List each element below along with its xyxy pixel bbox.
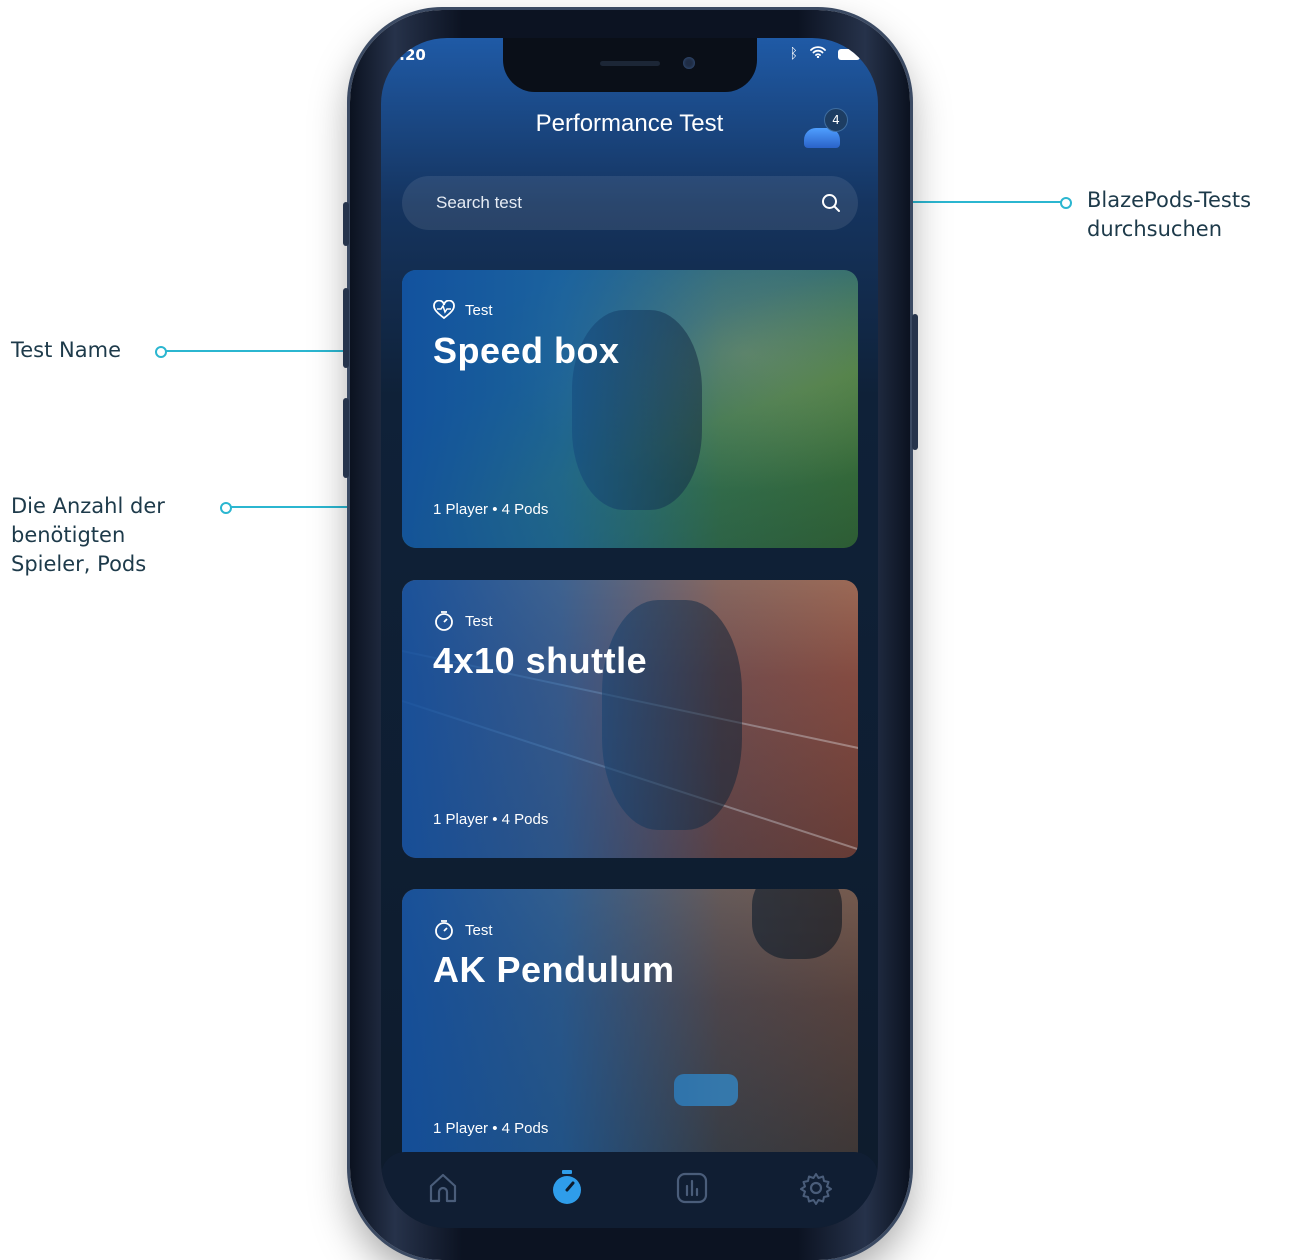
card-meta: 1 Player • 4 Pods [433,1120,549,1137]
pods-button[interactable]: 4 [804,108,848,150]
status-icons: ᛒ [790,46,860,62]
tab-settings[interactable] [796,1168,836,1208]
annotation-count-label: Die Anzahl der benötigten Spieler, Pods [11,494,165,576]
app-screen: :20 ᛒ Performance Test 4 Test Speed box … [381,38,878,1228]
annotation-count-dot [220,502,232,514]
status-time: :20 [399,46,426,64]
annotation-search-dot [1060,197,1072,209]
phone-side-button [343,202,349,246]
tab-stats[interactable] [672,1168,712,1208]
card-tag: Test [433,300,493,320]
search-icon[interactable] [820,192,842,214]
test-card-4x10-shuttle[interactable]: Test 4x10 shuttle 1 Player • 4 Pods [402,580,858,858]
gear-icon [799,1173,832,1205]
bottom-tab-bar [381,1152,878,1228]
pods-count-badge: 4 [824,108,848,132]
card-meta: 1 Player • 4 Pods [433,501,549,518]
tab-tests[interactable] [547,1168,587,1208]
card-tag: Test [433,610,493,632]
stats-icon [676,1172,707,1204]
wifi-icon [810,46,826,62]
phone-volume-up [343,288,349,368]
card-tag-label: Test [465,612,493,630]
card-title: 4x10 shuttle [433,640,648,681]
card-tag-label: Test [465,921,493,939]
card-title: AK Pendulum [433,949,675,990]
annotation-search-label: BlazePods-Tests durchsuchen [1087,188,1252,241]
front-camera [683,57,695,69]
search-bar[interactable] [402,176,858,230]
bluetooth-icon: ᛒ [789,46,798,62]
phone-volume-down [343,398,349,478]
annotation-test-name-label: Test Name [11,338,121,362]
annotation-test-name-dot [155,346,167,358]
battery-icon [838,48,860,60]
tab-home[interactable] [423,1168,463,1208]
phone-power-button [912,314,918,450]
stopwatch-icon [435,920,453,940]
phone-notch [503,38,757,92]
search-input[interactable] [434,192,820,214]
test-card-ak-pendulum[interactable]: Test AK Pendulum 1 Player • 4 Pods [402,889,858,1167]
stopwatch-icon [435,611,453,631]
heart-icon [433,300,455,320]
speaker-grill [600,61,660,66]
stopwatch-icon [553,1170,582,1204]
home-icon [430,1173,457,1203]
card-title: Speed box [433,330,620,371]
card-tag: Test [433,919,493,941]
card-tag-label: Test [465,301,493,319]
card-meta: 1 Player • 4 Pods [433,811,549,828]
test-card-speed-box[interactable]: Test Speed box 1 Player • 4 Pods [402,270,858,548]
